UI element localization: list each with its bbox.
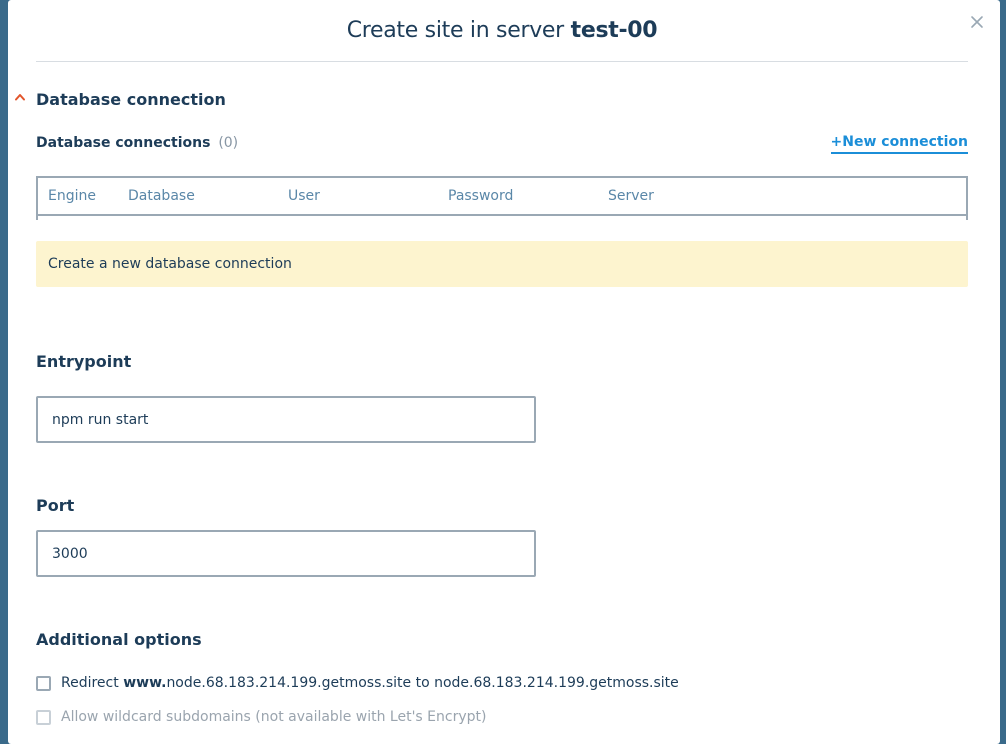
- redirect-from-domain: node.68.183.214.199.getmoss.site: [166, 675, 412, 691]
- connections-count: (0): [218, 135, 239, 151]
- column-header-password: Password: [448, 188, 514, 204]
- connections-label-text: Database connections: [36, 135, 211, 151]
- redirect-prefix: Redirect: [61, 675, 119, 691]
- port-label: Port: [36, 496, 75, 515]
- title-server: test-00: [570, 18, 658, 43]
- additional-options-title: Additional options: [36, 630, 202, 649]
- chevron-up-icon: [15, 94, 25, 101]
- redirect-www-checkbox[interactable]: [36, 675, 51, 691]
- wildcard-option: Allow wildcard subdomains (not available…: [36, 709, 486, 725]
- port-input[interactable]: [36, 530, 536, 577]
- entrypoint-label: Entrypoint: [36, 352, 132, 371]
- column-header-user: User: [288, 188, 320, 204]
- close-icon[interactable]: [968, 13, 986, 31]
- wildcard-checkbox: [36, 709, 51, 725]
- title-divider: [36, 61, 968, 62]
- page-title: Create site in server test-00: [36, 18, 968, 43]
- database-section-title: Database connection: [36, 90, 226, 109]
- wildcard-label: Allow wildcard subdomains (not available…: [61, 709, 487, 725]
- column-header-server: Server: [608, 188, 654, 204]
- connections-table: Engine Database User Password Server: [36, 176, 968, 220]
- redirect-to-word: to: [415, 675, 430, 691]
- create-site-modal: Create site in server test-00 Database c…: [8, 0, 1000, 744]
- database-section-toggle[interactable]: Database connection: [15, 90, 226, 109]
- redirect-www-option[interactable]: Redirect www.node.68.183.214.199.getmoss…: [36, 675, 679, 691]
- new-connection-link[interactable]: +New connection: [830, 134, 968, 154]
- redirect-www-label: Redirect www.node.68.183.214.199.getmoss…: [61, 675, 679, 691]
- table-header-divider: [38, 214, 966, 216]
- title-prefix: Create site in server: [346, 18, 565, 43]
- column-header-database: Database: [128, 188, 195, 204]
- empty-connections-notice: Create a new database connection: [36, 241, 968, 287]
- database-connections-label: Database connections (0): [36, 135, 238, 151]
- column-header-engine: Engine: [48, 188, 96, 204]
- redirect-to-domain: node.68.183.214.199.getmoss.site: [434, 675, 679, 691]
- redirect-www: www.: [123, 675, 167, 691]
- entrypoint-input[interactable]: [36, 396, 536, 443]
